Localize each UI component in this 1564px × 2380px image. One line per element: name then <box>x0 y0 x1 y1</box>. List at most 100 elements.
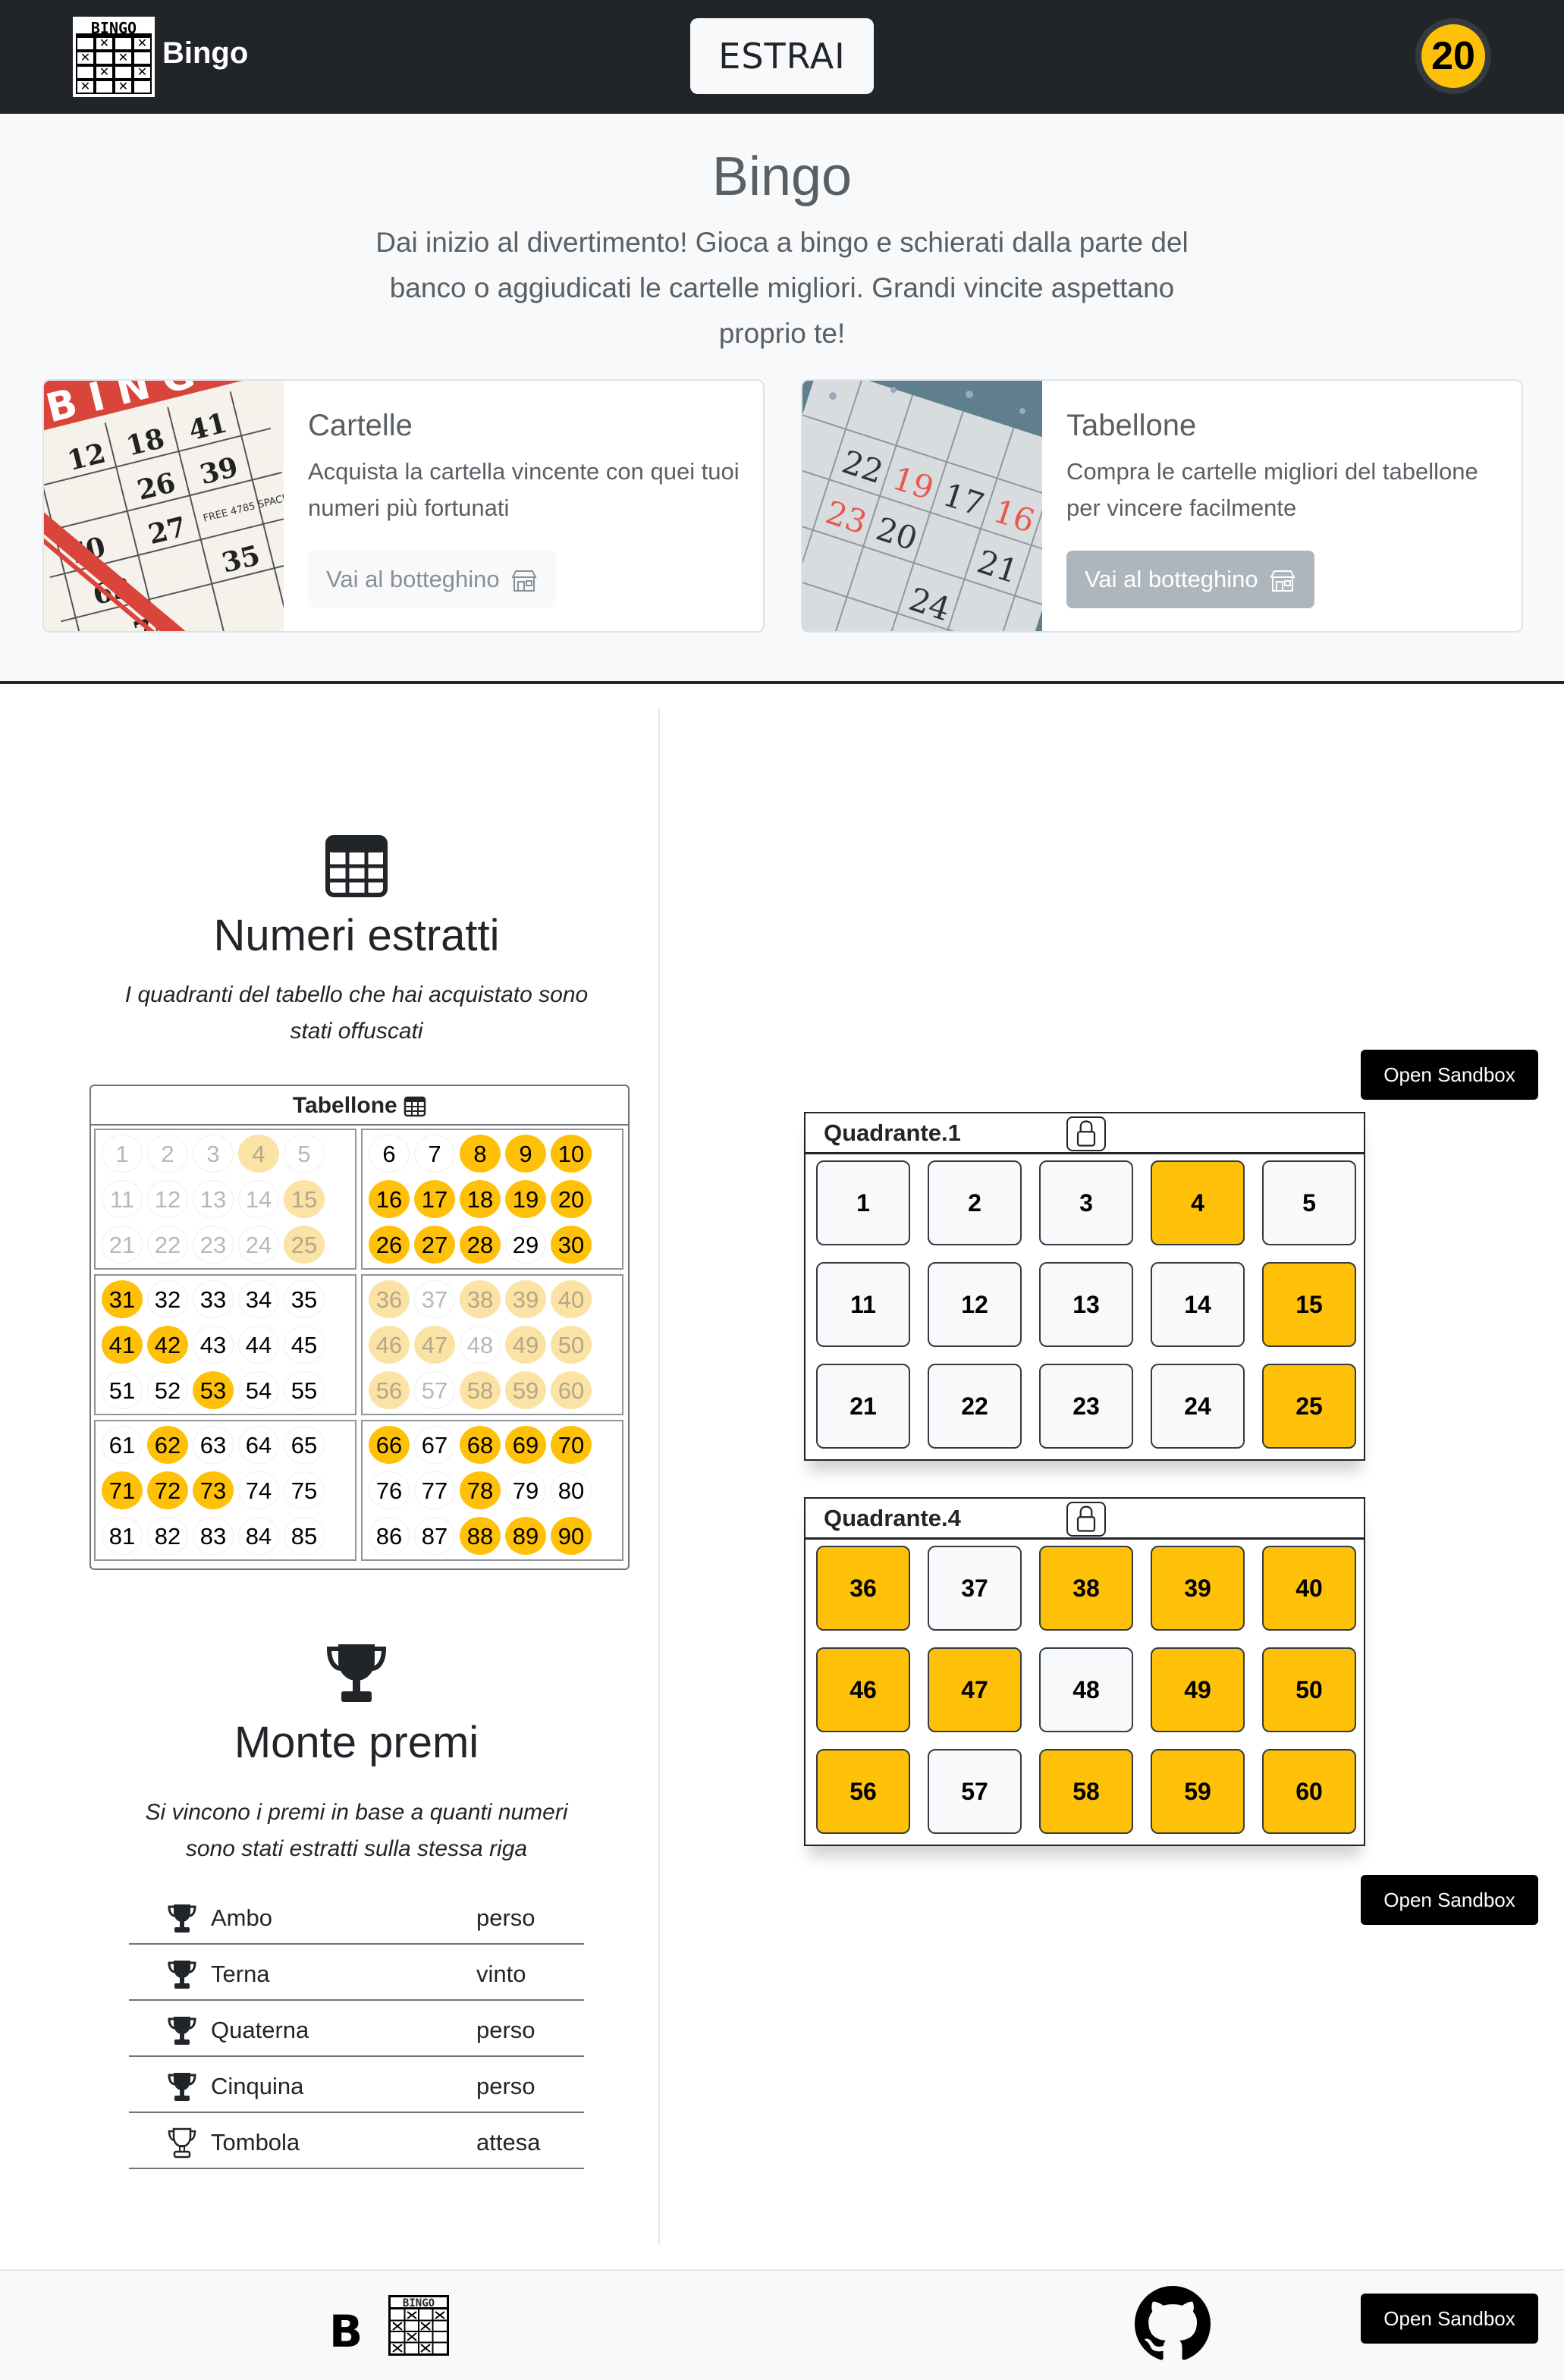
brand-name[interactable]: Bingo <box>162 32 248 74</box>
board-number: 53 <box>193 1371 234 1409</box>
board-number: 83 <box>193 1517 234 1555</box>
tabellone-quadrant: 36 37 38 39 40 46 47 48 49 50 56 57 58 59 60 <box>361 1274 623 1415</box>
quadrante-number[interactable]: 38 <box>1039 1546 1133 1631</box>
prize-status: attesa <box>476 2129 541 2156</box>
quadrante-number[interactable]: 4 <box>1151 1160 1245 1245</box>
open-sandbox-button[interactable]: Open Sandbox <box>1361 2294 1538 2344</box>
quadrante-number[interactable]: 5 <box>1262 1160 1356 1245</box>
prize-row-quaterna: Quaterna perso <box>129 2001 584 2057</box>
cartelle-shop-button[interactable]: Vai al botteghino <box>308 551 557 608</box>
quadrante-number[interactable]: 40 <box>1262 1546 1356 1631</box>
table-icon <box>325 835 388 897</box>
lock-icon[interactable] <box>1066 1502 1106 1537</box>
draw-button[interactable]: ESTRAI <box>690 18 874 94</box>
board-number: 24 <box>238 1226 279 1264</box>
shop-icon <box>511 570 537 592</box>
quadrante-number[interactable]: 22 <box>928 1364 1022 1449</box>
quadrante-number[interactable]: 1 <box>816 1160 910 1245</box>
prize-name: Quaterna <box>211 2017 309 2043</box>
quadrante-number[interactable]: 14 <box>1151 1262 1245 1347</box>
github-icon[interactable] <box>1135 2286 1211 2362</box>
board-number: 60 <box>551 1371 592 1409</box>
tabellone-label: Tabellone <box>292 1093 397 1118</box>
board-number: 49 <box>505 1326 546 1364</box>
board-number: 22 <box>147 1226 188 1264</box>
footer-bingo-logo[interactable]: BINGO <box>388 2295 449 2356</box>
board-number: 2 <box>147 1135 188 1173</box>
premi-subtitle: Si vincono i premi in base a quanti nume… <box>145 1800 568 1861</box>
prize-row-terna: Terna vinto <box>129 1945 584 2001</box>
board-number: 20 <box>551 1180 592 1218</box>
card-title: Tabellone <box>1066 409 1197 442</box>
lock-icon[interactable] <box>1066 1116 1106 1151</box>
quadrante-number[interactable]: 21 <box>816 1364 910 1449</box>
quadrante-number[interactable]: 56 <box>816 1749 910 1834</box>
quadrante-number[interactable]: 39 <box>1151 1546 1245 1631</box>
footer: B BINGO Open Sandbox <box>0 2269 1564 2380</box>
board-number: 42 <box>147 1326 188 1364</box>
prize-row-cinquina: Cinquina perso <box>129 2057 584 2113</box>
prize-status: perso <box>476 1904 535 1931</box>
quadrante-number[interactable]: 12 <box>928 1262 1022 1347</box>
board-number: 73 <box>193 1471 234 1509</box>
board-number: 46 <box>369 1326 410 1364</box>
quadrante-number[interactable]: 23 <box>1039 1364 1133 1449</box>
prize-list: Ambo perso Terna vinto Quaterna perso Ci… <box>129 1889 584 2169</box>
quadrante-number[interactable]: 24 <box>1151 1364 1245 1449</box>
board-number: 13 <box>193 1180 234 1218</box>
prize-name: Cinquina <box>211 2073 304 2099</box>
quadrante-number[interactable]: 15 <box>1262 1262 1356 1347</box>
board-number: 10 <box>551 1135 592 1173</box>
logo-text: BINGO <box>76 20 152 36</box>
quadrante-number[interactable]: 2 <box>928 1160 1022 1245</box>
open-sandbox-button[interactable]: Open Sandbox <box>1361 1050 1538 1100</box>
board-number: 67 <box>414 1426 455 1464</box>
tabellone-shop-button[interactable]: Vai al botteghino <box>1066 551 1315 608</box>
footer-logo-text: BINGO <box>391 2297 447 2309</box>
board-number: 36 <box>369 1280 410 1318</box>
quadrante-number[interactable]: 48 <box>1039 1647 1133 1732</box>
quadrante-grid: 36 37 38 39 40 46 47 48 49 50 56 57 58 59 60 <box>806 1540 1364 1845</box>
quadrante-number[interactable]: 58 <box>1039 1749 1133 1834</box>
board-number: 4 <box>238 1135 279 1173</box>
bingo-logo[interactable]: BINGO ✕ ✕ ✕ ✕ ✕ ✕ ✕ ✕ <box>73 17 155 97</box>
board-number: 78 <box>460 1471 501 1509</box>
open-sandbox-button[interactable]: Open Sandbox <box>1361 1875 1538 1925</box>
quadrante-number[interactable]: 36 <box>816 1546 910 1631</box>
trophy-filled-icon <box>168 2017 196 2045</box>
board-number: 15 <box>284 1180 325 1218</box>
board-number: 59 <box>505 1371 546 1409</box>
quadrante-number[interactable]: 59 <box>1151 1749 1245 1834</box>
quadrante-card-1: Quadrante.1 1 2 3 4 5 11 12 13 14 15 21 22 23 24 25 <box>804 1112 1365 1461</box>
board-number: 88 <box>460 1517 501 1555</box>
tabellone-quadrant: 31 32 33 34 35 41 42 43 44 45 51 52 53 54 55 <box>94 1274 356 1415</box>
board-number: 71 <box>102 1471 143 1509</box>
quadrante-number[interactable]: 49 <box>1151 1647 1245 1732</box>
board-number: 80 <box>551 1471 592 1509</box>
quadrante-number[interactable]: 50 <box>1262 1647 1356 1732</box>
prize-status: perso <box>476 2017 535 2043</box>
quadrante-number[interactable]: 3 <box>1039 1160 1133 1245</box>
quadrante-number[interactable]: 11 <box>816 1262 910 1347</box>
quadrante-number[interactable]: 47 <box>928 1647 1022 1732</box>
quadrante-number[interactable]: 25 <box>1262 1364 1356 1449</box>
prize-status: vinto <box>476 1961 526 1987</box>
board-number: 6 <box>369 1135 410 1173</box>
board-number: 32 <box>147 1280 188 1318</box>
navbar: BINGO ✕ ✕ ✕ ✕ ✕ ✕ ✕ ✕ Bingo ESTRAI 20 <box>0 0 1564 114</box>
board-number: 69 <box>505 1426 546 1464</box>
quadrante-number[interactable]: 13 <box>1039 1262 1133 1347</box>
quadrante-number[interactable]: 57 <box>928 1749 1022 1834</box>
quadrante-number[interactable]: 37 <box>928 1546 1022 1631</box>
quadrante-number[interactable]: 60 <box>1262 1749 1356 1834</box>
button-label: Vai al botteghino <box>326 566 500 592</box>
quadrante-grid: 1 2 3 4 5 11 12 13 14 15 21 22 23 24 25 <box>806 1154 1364 1459</box>
numeri-title: Numeri estratti <box>213 911 500 960</box>
bootstrap-logo-icon[interactable]: B <box>328 2310 367 2350</box>
board-number: 17 <box>414 1180 455 1218</box>
board-number: 11 <box>102 1180 143 1218</box>
board-number: 9 <box>505 1135 546 1173</box>
quadrante-number[interactable]: 46 <box>816 1647 910 1732</box>
quadrante-card-4: Quadrante.4 36 37 38 39 40 46 47 48 49 50 56 57 58 59… <box>804 1497 1365 1846</box>
premi-title: Monte premi <box>234 1718 479 1767</box>
